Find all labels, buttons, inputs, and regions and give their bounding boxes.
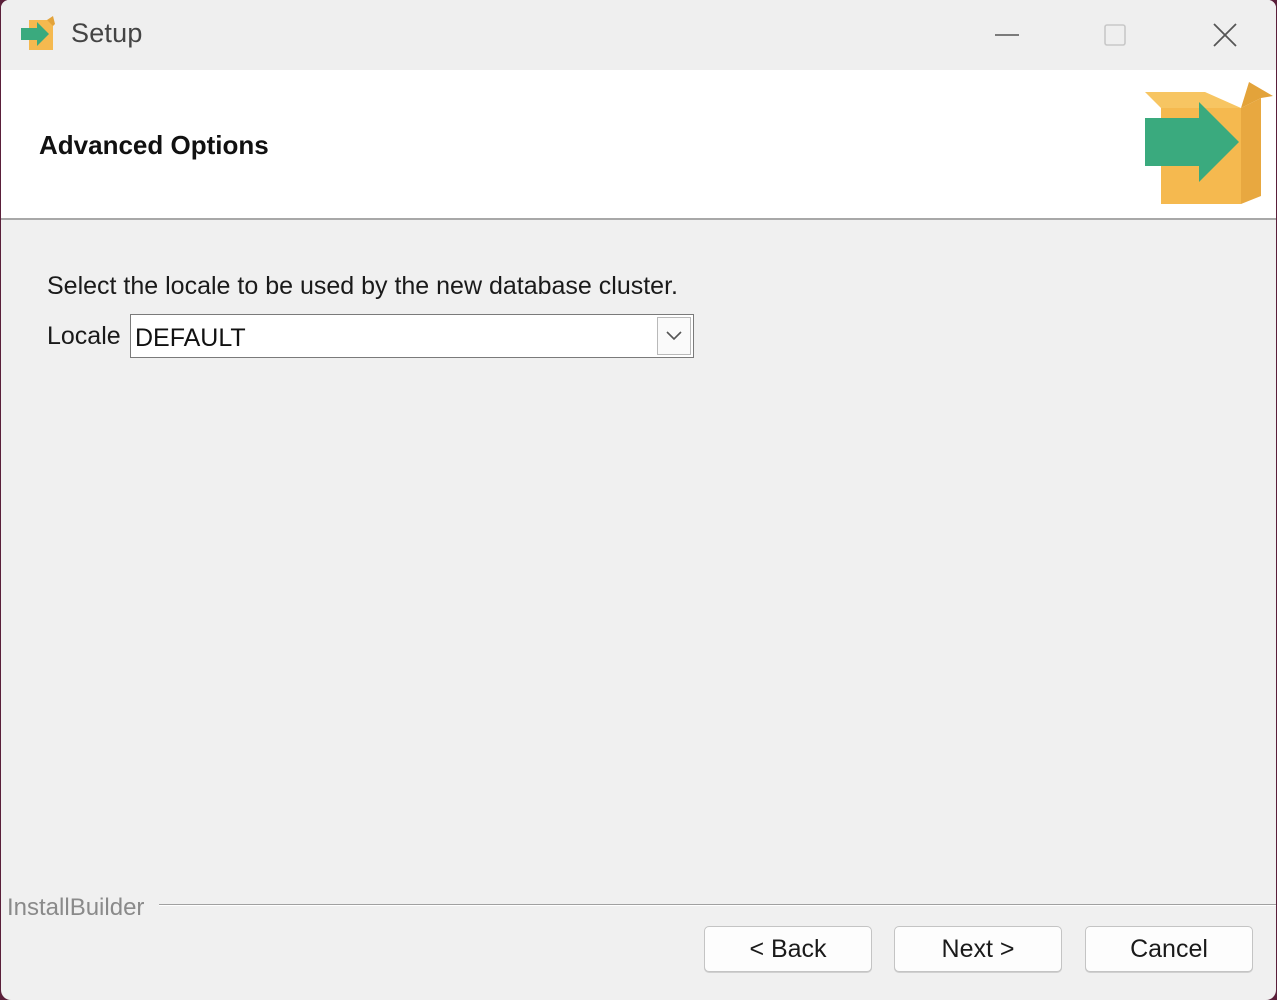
app-icon (19, 16, 57, 52)
instruction-text: Select the locale to be used by the new … (47, 272, 678, 300)
close-icon (1213, 23, 1237, 47)
locale-select[interactable]: DEFAULT (130, 314, 694, 358)
back-button[interactable]: < Back (704, 926, 872, 972)
maximize-button (1089, 10, 1141, 60)
wizard-content: Select the locale to be used by the new … (1, 220, 1276, 1000)
close-button[interactable] (1199, 10, 1251, 60)
minimize-button[interactable] (981, 10, 1033, 60)
locale-select-value: DEFAULT (135, 324, 246, 352)
title-bar[interactable]: Setup (1, 0, 1276, 70)
setup-window: Setup Advanced Options Select the locale… (1, 0, 1276, 1000)
minimize-icon (995, 34, 1019, 36)
locale-dropdown-button[interactable] (657, 317, 691, 355)
cancel-button[interactable]: Cancel (1085, 926, 1253, 972)
locale-label: Locale (47, 322, 121, 350)
maximize-icon (1104, 24, 1126, 46)
box-arrow-logo-icon (1141, 78, 1275, 208)
chevron-down-icon (666, 331, 682, 341)
footer-divider (159, 904, 1276, 906)
page-title: Advanced Options (39, 130, 269, 160)
next-button[interactable]: Next > (894, 926, 1062, 972)
window-title: Setup (71, 18, 143, 48)
installbuilder-label: InstallBuilder (7, 894, 145, 921)
wizard-header: Advanced Options (1, 70, 1276, 220)
